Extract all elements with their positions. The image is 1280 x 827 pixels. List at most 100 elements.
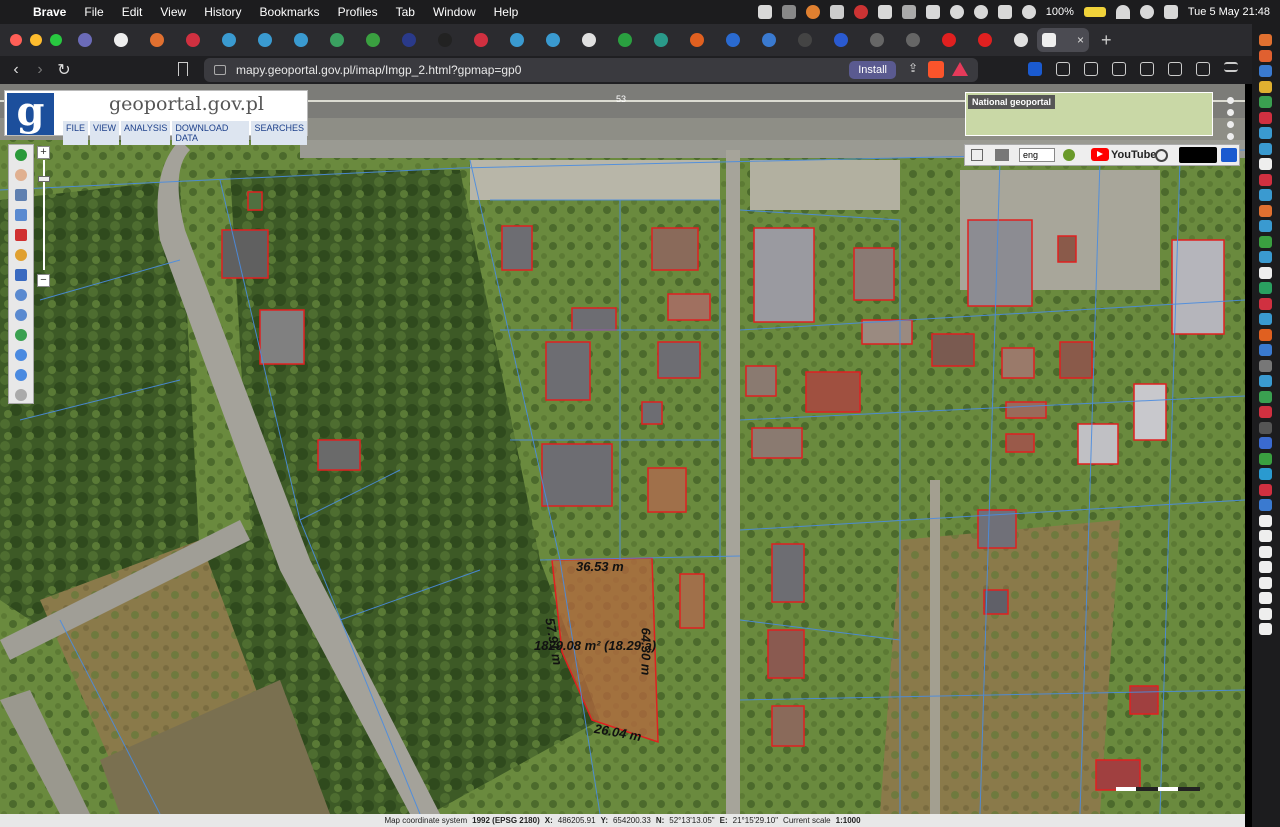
measure-area-icon[interactable] (15, 229, 27, 241)
install-button[interactable]: Install (849, 61, 896, 79)
menu-help[interactable]: Help (485, 5, 528, 19)
sidebar-app-icon[interactable] (1259, 266, 1272, 279)
browser-tab[interactable] (968, 28, 1001, 52)
menu-download-data[interactable]: DOWNLOAD DATA (172, 121, 250, 145)
new-tab-button[interactable]: + (1101, 30, 1112, 51)
sidebar-app-icon[interactable] (1259, 235, 1272, 248)
bitwarden-icon[interactable] (1028, 62, 1042, 76)
browser-tab[interactable] (392, 28, 425, 52)
tab-geoportal-active[interactable]: × (1037, 28, 1089, 52)
sidebar-app-icon[interactable] (1259, 344, 1272, 356)
sidebar-app-icon[interactable] (1259, 592, 1272, 604)
status-icon[interactable] (925, 5, 940, 19)
sidebar-app-icon[interactable] (1259, 499, 1272, 511)
browser-tab[interactable] (788, 28, 821, 52)
eye-icon[interactable] (1221, 148, 1237, 162)
browser-tab[interactable] (284, 28, 317, 52)
leo-ai-icon[interactable] (1168, 62, 1182, 76)
vpn-icon[interactable] (1196, 62, 1210, 76)
print-icon[interactable] (995, 149, 1009, 161)
browser-tab[interactable] (356, 28, 389, 52)
forward-button[interactable]: › (28, 61, 52, 79)
select-icon[interactable] (15, 209, 27, 221)
sidebar-app-icon[interactable] (1259, 452, 1272, 465)
xyz-coordinates-icon[interactable] (15, 269, 27, 281)
overview-tool-icon[interactable] (1226, 109, 1234, 116)
battery-icon[interactable] (1083, 7, 1106, 17)
forward-arrow-icon[interactable] (15, 369, 27, 381)
moon-icon[interactable] (973, 5, 988, 19)
browser-tab[interactable] (500, 28, 533, 52)
back-arrow-icon[interactable] (15, 349, 27, 361)
status-icon[interactable] (997, 5, 1012, 19)
browser-tab[interactable] (176, 28, 209, 52)
browser-tab[interactable] (536, 28, 569, 52)
menu-history[interactable]: History (195, 5, 250, 19)
sidebar-app-icon[interactable] (1259, 328, 1272, 341)
browser-tab[interactable] (320, 28, 353, 52)
language-select[interactable]: eng (1019, 148, 1055, 162)
zoom-window-button[interactable] (50, 34, 62, 46)
menu-searches[interactable]: SEARCHES (251, 121, 307, 145)
status-icon[interactable] (901, 5, 916, 19)
browser-tab[interactable] (1004, 28, 1037, 52)
status-icon[interactable] (877, 5, 892, 19)
menu-icon[interactable] (1224, 62, 1238, 72)
info-icon[interactable] (15, 149, 27, 161)
wifi-icon[interactable] (1115, 5, 1130, 19)
sidebar-app-icon[interactable] (1259, 483, 1272, 496)
pan-hand-icon[interactable] (15, 169, 27, 181)
sidebar-app-icon[interactable] (1259, 561, 1272, 573)
sidebar-app-icon[interactable] (1259, 390, 1272, 403)
overview-tool-icon[interactable] (1226, 121, 1234, 128)
sidebar-app-icon[interactable] (1259, 375, 1272, 387)
geoportal-logo[interactable]: g (7, 92, 54, 135)
back-button[interactable]: ‹ (4, 61, 28, 79)
sidebar-app-icon[interactable] (1259, 127, 1272, 139)
sidebar-app-icon[interactable] (1259, 282, 1272, 294)
menu-app-name[interactable]: Brave (24, 5, 75, 19)
menu-profiles[interactable]: Profiles (329, 5, 387, 19)
overview-tool-icon[interactable] (1226, 97, 1234, 104)
browser-tab[interactable] (248, 28, 281, 52)
menu-view[interactable]: View (151, 5, 195, 19)
status-icon[interactable] (829, 5, 844, 19)
youtube-link[interactable]: YouTube (1091, 148, 1156, 161)
sidebar-app-icon[interactable] (1259, 220, 1272, 232)
reload-icon[interactable]: ↻ (52, 60, 76, 80)
sidebar-app-icon[interactable] (1259, 111, 1272, 124)
browser-tab[interactable] (68, 28, 101, 52)
clear-icon[interactable] (15, 389, 27, 401)
status-icon[interactable] (781, 5, 796, 19)
wallet-icon[interactable] (1140, 62, 1154, 76)
layers-icon[interactable] (971, 149, 983, 161)
sidebar-app-icon[interactable] (1259, 576, 1272, 589)
browser-tab[interactable] (212, 28, 245, 52)
pencil-icon[interactable] (15, 249, 27, 261)
sidebar-app-icon[interactable] (1259, 607, 1272, 620)
sidebar-app-icon[interactable] (1259, 421, 1272, 434)
zoom-handle[interactable] (38, 176, 50, 182)
sidebar-app-icon[interactable] (1259, 437, 1272, 449)
extensions-icon[interactable] (1056, 62, 1070, 76)
globe-icon[interactable] (15, 329, 27, 341)
status-icon[interactable] (805, 5, 820, 19)
extension-icon[interactable] (1084, 62, 1098, 76)
zoom-plus-button[interactable]: + (37, 146, 50, 159)
menu-tab[interactable]: Tab (387, 5, 424, 19)
menu-window[interactable]: Window (424, 5, 485, 19)
browser-tab[interactable] (824, 28, 857, 52)
bookmark-icon[interactable] (178, 62, 188, 76)
address-bar[interactable]: mapy.geoportal.gov.pl/imap/Imgp_2.html?g… (204, 58, 978, 82)
status-icon[interactable] (949, 5, 964, 19)
browser-tab[interactable] (932, 28, 965, 52)
brave-shields-icon[interactable] (928, 61, 944, 78)
sidebar-app-icon[interactable] (1259, 297, 1272, 310)
status-icon[interactable] (1021, 5, 1036, 19)
sidebar-app-icon[interactable] (1259, 313, 1272, 325)
sidebar-app-icon[interactable] (1259, 96, 1272, 108)
browser-tab[interactable] (680, 28, 713, 52)
browser-tab[interactable] (644, 28, 677, 52)
sidebar-app-icon[interactable] (1259, 158, 1272, 170)
search-icon[interactable] (1139, 5, 1154, 19)
